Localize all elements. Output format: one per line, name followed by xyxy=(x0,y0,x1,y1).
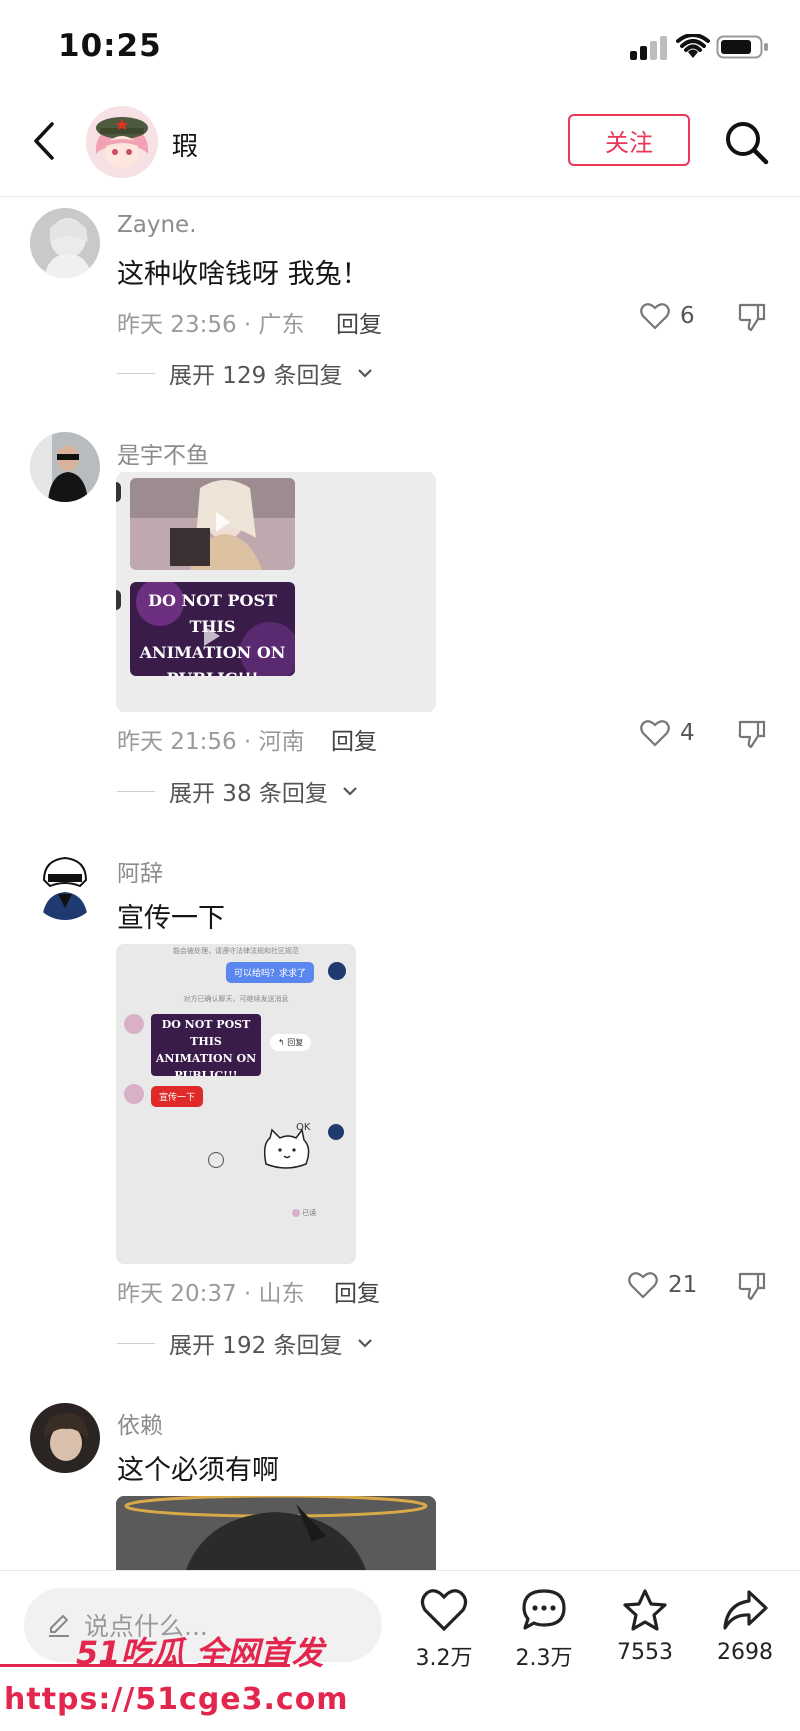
comment-image-card[interactable]: 能会被处理，请遵守法律法规和社区规范 可以给吗？求求了 对方已确认聊天，可继续发… xyxy=(116,944,356,1264)
search-icon[interactable] xyxy=(724,120,770,166)
comment-username[interactable]: 依赖 xyxy=(117,1406,163,1440)
expand-replies[interactable]: 展开 192 条回复 xyxy=(117,1326,373,1360)
expand-replies[interactable]: 展开 129 条回复 xyxy=(117,356,373,390)
comment-count: 2.3万 xyxy=(515,1646,573,1671)
comment-text: 这种收啥钱呀 我兔！ xyxy=(117,259,369,290)
expand-label: 展开 192 条回复 xyxy=(169,1333,343,1359)
chat-avatar xyxy=(328,962,346,980)
like-count: 21 xyxy=(668,1272,698,1298)
watermark-title: 51吃瓜 全网首发 xyxy=(76,1634,324,1672)
comment-image-card[interactable]: DO NOT POST THIS ANIMATION ON PUBLIC!!! xyxy=(116,472,436,712)
chevron-down-icon xyxy=(357,1339,372,1348)
like-count: 3.2万 xyxy=(415,1646,473,1671)
chat-reply-chip: ↰ 回复 xyxy=(270,1034,312,1051)
status-time: 10:25 xyxy=(58,28,162,64)
comment-username[interactable]: 阿辞 xyxy=(117,854,163,888)
bottom-divider xyxy=(0,1570,800,1571)
favorite-count: 7553 xyxy=(617,1640,673,1665)
chat-video-thumb: DO NOT POST THIS ANIMATION ON PUBLIC!!! xyxy=(151,1014,261,1076)
header-divider xyxy=(0,196,800,197)
chat-notice: 能会被处理，请遵守法律法规和社区规范 xyxy=(173,947,299,955)
heart-icon xyxy=(628,1272,658,1299)
like-count: 6 xyxy=(680,303,695,329)
comment-image-card[interactable] xyxy=(116,1496,436,1570)
comment-action[interactable]: 2.3万 xyxy=(499,1588,589,1672)
signal-icon xyxy=(630,36,670,60)
watermark-url: https://51cge3.com xyxy=(4,1682,349,1717)
like-button[interactable]: 4 xyxy=(640,719,695,747)
like-button[interactable]: 21 xyxy=(628,1271,697,1299)
chat-bubble-sent: 可以给吗？求求了 xyxy=(226,962,315,983)
header-avatar[interactable] xyxy=(86,106,158,178)
heart-icon xyxy=(640,303,670,330)
comment-username[interactable]: Zayne. xyxy=(117,212,197,238)
header-username[interactable]: 瑕 xyxy=(172,126,198,163)
wifi-icon xyxy=(676,34,710,58)
battery-icon xyxy=(716,35,768,59)
pencil-icon xyxy=(49,1615,69,1637)
comment-bubble-icon xyxy=(522,1589,566,1630)
expand-dash xyxy=(117,1342,155,1344)
warning-overlay-text: DO NOT POST THIS ANIMATION ON PUBLIC!!! xyxy=(139,591,286,676)
dislike-icon[interactable] xyxy=(738,719,766,749)
chat-bubble-red: 宣传一下 xyxy=(151,1086,204,1107)
emoji-add-icon xyxy=(208,1152,224,1168)
chat-avatar xyxy=(328,1124,344,1140)
reply-button[interactable]: 回复 xyxy=(331,722,377,756)
dislike-icon[interactable] xyxy=(738,1271,766,1301)
comment-username[interactable]: 是宇不鱼 xyxy=(117,436,209,470)
video-thumbnail[interactable]: DO NOT POST THIS ANIMATION ON PUBLIC!!! xyxy=(130,582,295,676)
thumb-side-dot xyxy=(116,590,121,610)
heart-icon xyxy=(420,1589,468,1632)
chevron-down-icon xyxy=(343,787,357,796)
favorite-action[interactable]: 7553 xyxy=(600,1588,690,1665)
chat-avatar xyxy=(124,1084,144,1104)
chevron-down-icon xyxy=(357,369,372,378)
expand-replies[interactable]: 展开 38 条回复 xyxy=(117,774,358,808)
expand-dash xyxy=(117,372,155,374)
dislike-icon[interactable] xyxy=(738,302,766,332)
star-icon xyxy=(623,1589,667,1631)
comment-text: 这个必须有啊 xyxy=(117,1455,279,1486)
comment-time-location: 昨天 21:56 · 河南 xyxy=(117,729,305,755)
chat-avatar xyxy=(124,1014,144,1034)
comment-avatar[interactable] xyxy=(30,208,100,278)
share-arrow-icon xyxy=(723,1590,768,1630)
reply-button[interactable]: 回复 xyxy=(334,1274,380,1308)
expand-dash xyxy=(117,790,155,792)
share-action[interactable]: 2698 xyxy=(700,1588,790,1665)
thumb-side-dot xyxy=(116,482,121,502)
comment-time-location: 昨天 20:37 · 山东 xyxy=(117,1281,305,1307)
back-icon[interactable] xyxy=(30,120,58,162)
chat-system-note: 对方已确认聊天，可继续发送消息 xyxy=(183,995,289,1003)
share-count: 2698 xyxy=(717,1640,773,1665)
warning-overlay-text: DO NOT POST THIS ANIMATION ON PUBLIC!!! xyxy=(155,1018,257,1076)
heart-icon xyxy=(640,720,670,747)
expand-label: 展开 129 条回复 xyxy=(169,363,343,389)
comment-time-location: 昨天 23:56 · 广东 xyxy=(117,312,305,338)
comment-text: 宣传一下 xyxy=(117,903,225,934)
reply-button[interactable]: 回复 xyxy=(336,305,382,339)
comment-avatar[interactable] xyxy=(30,850,100,920)
expand-label: 展开 38 条回复 xyxy=(169,781,328,807)
follow-button[interactable]: 关注 xyxy=(568,114,690,166)
ok-text: OK xyxy=(296,1122,311,1133)
like-button[interactable]: 6 xyxy=(640,302,695,330)
read-indicator: 已读 xyxy=(292,1208,316,1218)
comment-avatar[interactable] xyxy=(30,432,100,502)
video-thumbnail[interactable] xyxy=(130,478,295,570)
comment-avatar[interactable] xyxy=(30,1403,100,1473)
like-action[interactable]: 3.2万 xyxy=(399,1588,489,1672)
like-count: 4 xyxy=(680,720,695,746)
